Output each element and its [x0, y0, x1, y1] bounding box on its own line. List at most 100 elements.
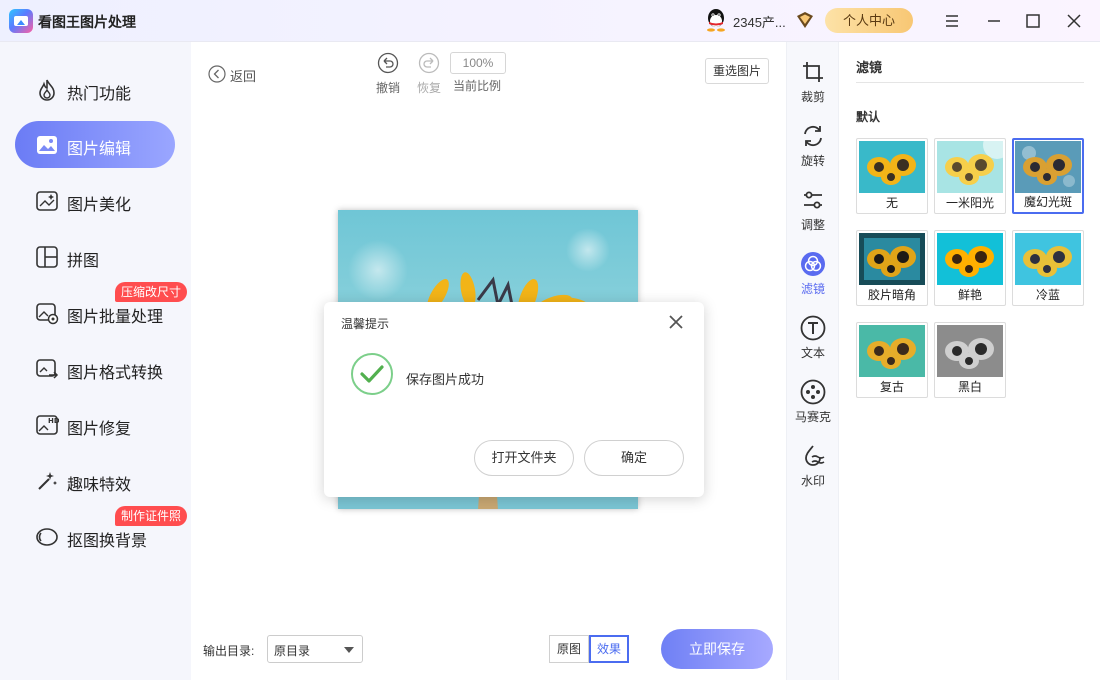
sidebar-item-label: 图片美化 [67, 197, 132, 214]
maximize-icon[interactable] [1022, 10, 1044, 32]
flame-icon [39, 79, 55, 101]
close-icon[interactable] [1063, 10, 1085, 32]
sidebar-item-repair[interactable]: HD 图片修复 [15, 401, 175, 448]
filter-option[interactable]: 黑白 [934, 322, 1006, 398]
qq-avatar-icon[interactable] [705, 8, 727, 32]
sidebar-item-hot[interactable]: 热门功能 [15, 66, 175, 113]
sidebar-item-effects[interactable]: 趣味特效 [15, 457, 175, 504]
tool-label: 水印 [800, 474, 825, 488]
tool-adjust[interactable]: 调整 [787, 187, 839, 233]
sidebar-item-format[interactable]: 图片格式转换 [15, 345, 175, 392]
magic-wand-icon [38, 472, 57, 490]
minimize-icon[interactable] [983, 10, 1005, 32]
tool-mosaic[interactable]: 马赛克 [787, 379, 839, 425]
undo-icon [377, 52, 399, 74]
collage-icon [36, 246, 58, 268]
filter-option[interactable]: 冷蓝 [1012, 230, 1084, 306]
filter-thumbnail [859, 141, 925, 193]
output-directory-value: 原目录 [274, 644, 311, 658]
sidebar-item-label: 热门功能 [67, 86, 132, 103]
sidebar: 热门功能 图片编辑 图片美化 拼图 图片批量处理 压缩改尺寸 图片格式转换 HD… [0, 42, 191, 680]
tool-label: 文本 [800, 346, 825, 360]
personal-center-button[interactable]: 个人中心 [825, 8, 913, 33]
sidebar-item-image-edit[interactable]: 图片编辑 [15, 121, 175, 168]
filter-thumbnail [1015, 141, 1081, 193]
sidebar-item-label: 抠图换背景 [67, 533, 148, 550]
success-check-icon [351, 353, 393, 395]
filter-thumbnail [859, 325, 925, 377]
vip-crown-icon[interactable] [795, 11, 815, 29]
sidebar-item-collage[interactable]: 拼图 [15, 233, 175, 280]
filter-option[interactable]: 魔幻光斑 [1012, 138, 1084, 214]
zoom-value[interactable]: 100% [450, 52, 506, 74]
save-now-button[interactable]: 立即保存 [661, 629, 773, 669]
filter-option[interactable]: 鲜艳 [934, 230, 1006, 306]
tool-label: 滤镜 [800, 282, 825, 296]
undo-button[interactable]: 撤销 [368, 52, 408, 96]
filter-option[interactable]: 一米阳光 [934, 138, 1006, 214]
filter-thumbnail [937, 325, 1003, 377]
output-directory-select[interactable]: 原目录 [267, 635, 363, 663]
close-icon[interactable] [668, 314, 684, 330]
format-convert-icon [36, 359, 59, 379]
filter-label: 黑白 [957, 380, 982, 394]
back-arrow-icon [208, 65, 226, 83]
filter-label: 复古 [879, 380, 904, 394]
reselect-image-button[interactable]: 重选图片 [705, 58, 769, 84]
filter-thumbnail [859, 233, 925, 285]
sidebar-item-label: 趣味特效 [67, 477, 132, 494]
filter-thumbnail [937, 141, 1003, 193]
tool-rotate[interactable]: 旋转 [787, 123, 839, 169]
watermark-icon [805, 445, 825, 466]
batch-badge: 压缩改尺寸 [115, 282, 188, 302]
redo-label: 恢复 [416, 81, 441, 95]
svg-text:HD: HD [48, 417, 59, 425]
filter-option[interactable]: 复古 [856, 322, 928, 398]
batch-image-icon [36, 303, 59, 325]
filter-thumbnail [937, 233, 1003, 285]
filter-option[interactable]: 胶片暗角 [856, 230, 928, 306]
undo-label: 撤销 [375, 81, 400, 95]
effect-view-button[interactable]: 效果 [589, 635, 629, 663]
filter-thumbnail [1015, 233, 1081, 285]
filter-panel: 滤镜 默认 无 一米阳光 魔幻光斑 胶片暗角 鲜艳 冷蓝 复古 黑白 [838, 42, 1100, 680]
crop-icon [803, 62, 823, 82]
filter-icon [801, 252, 825, 276]
user-name[interactable]: 2345产... [733, 12, 786, 31]
sidebar-item-label: 图片编辑 [67, 141, 132, 158]
mosaic-icon [800, 379, 826, 405]
panel-title: 滤镜 [856, 60, 883, 75]
original-view-button[interactable]: 原图 [549, 635, 589, 663]
text-icon [800, 315, 826, 341]
confirm-button[interactable]: 确定 [584, 440, 684, 476]
redo-icon [418, 52, 440, 74]
filter-label: 无 [885, 196, 898, 210]
tool-label: 旋转 [800, 154, 825, 168]
image-beautify-icon [36, 191, 58, 211]
tool-label: 裁剪 [800, 90, 825, 104]
cutout-badge: 制作证件照 [115, 506, 188, 526]
redo-button[interactable]: 恢复 [409, 52, 449, 96]
app-title: 看图王图片处理 [38, 14, 136, 30]
hd-repair-icon: HD [36, 415, 59, 435]
open-folder-button[interactable]: 打开文件夹 [474, 440, 574, 476]
app-logo-icon [9, 9, 33, 33]
image-edit-icon [37, 136, 57, 154]
panel-divider [856, 82, 1084, 83]
zoom-label: 当前比例 [453, 79, 502, 93]
filter-option[interactable]: 无 [856, 138, 928, 214]
sidebar-item-label: 图片修复 [67, 421, 132, 438]
dialog-title: 温馨提示 [341, 317, 390, 331]
rotate-icon [804, 125, 822, 147]
tool-label: 调整 [800, 218, 825, 232]
tool-watermark[interactable]: 水印 [787, 443, 839, 489]
menu-icon[interactable] [941, 10, 963, 32]
tool-crop[interactable]: 裁剪 [787, 59, 839, 105]
cutout-icon [36, 528, 58, 546]
sidebar-item-beautify[interactable]: 图片美化 [15, 177, 175, 224]
output-directory-label: 输出目录: [203, 644, 255, 658]
filter-label: 魔幻光斑 [1023, 195, 1072, 209]
tool-text[interactable]: 文本 [787, 315, 839, 361]
adjust-icon [804, 191, 822, 209]
tool-filter[interactable]: 滤镜 [787, 251, 839, 297]
